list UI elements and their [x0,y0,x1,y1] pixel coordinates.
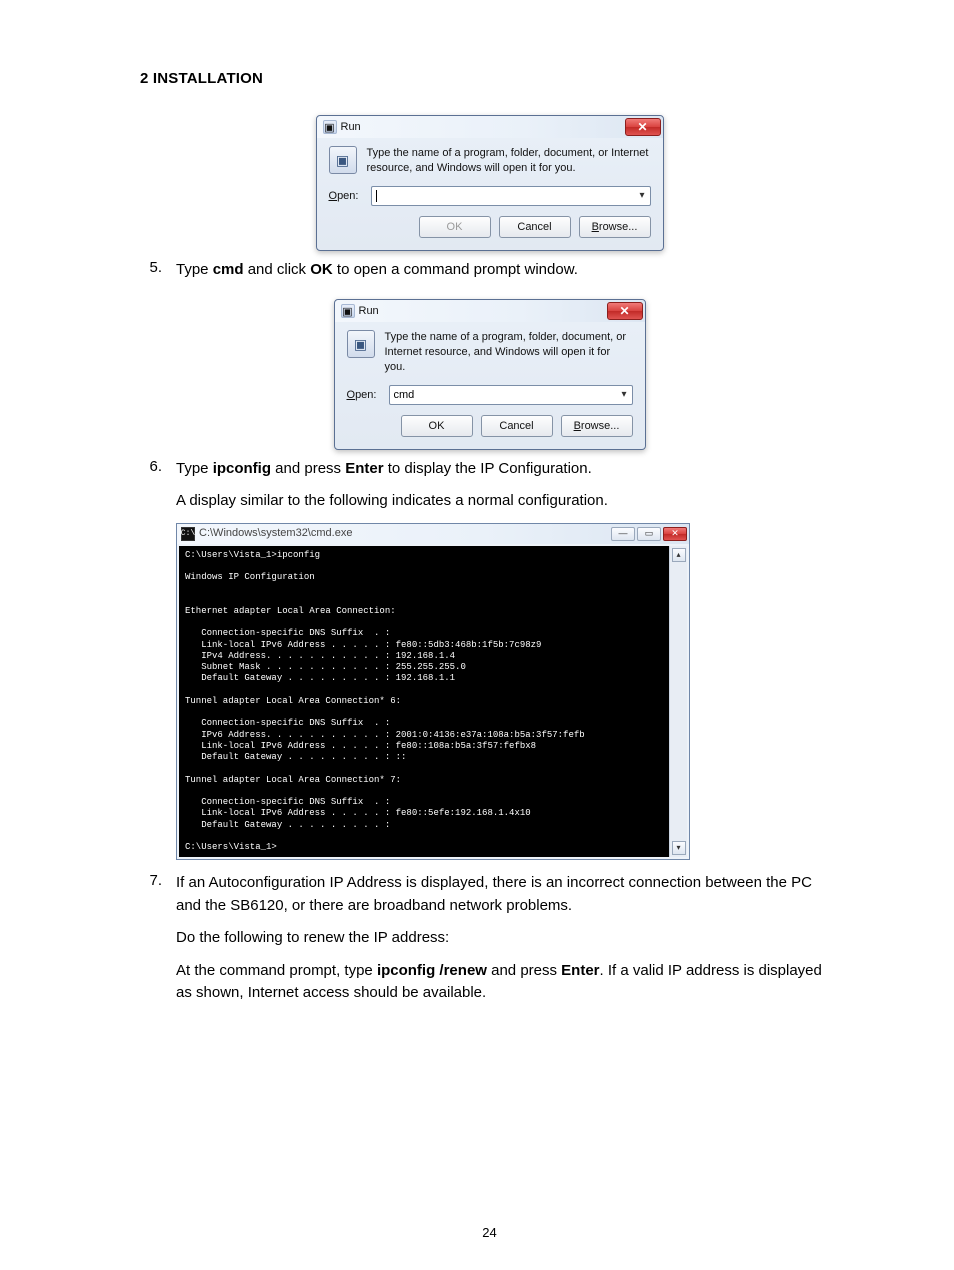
browse-button[interactable]: Browse... [579,216,651,238]
step-number: 6. [140,458,176,861]
run-app-icon: ▣ [341,304,355,318]
cmd-title-text: C:\Windows\system32\cmd.exe [199,525,611,542]
open-label: Open: [329,190,361,202]
run-body-icon: ▣ [329,146,357,174]
minimize-button[interactable]: — [611,527,635,541]
cancel-button[interactable]: Cancel [481,415,553,437]
close-button[interactable]: ✕ [625,118,661,136]
titlebar: ▣ Run ✕ [335,300,645,322]
scroll-up-icon[interactable]: ▴ [672,548,686,562]
run-app-icon: ▣ [323,120,337,134]
section-heading: 2 INSTALLATION [140,70,839,87]
page-number: 24 [140,1225,839,1240]
close-button[interactable]: ✕ [607,302,643,320]
ok-button[interactable]: OK [401,415,473,437]
close-button[interactable]: ✕ [663,527,687,541]
step-6-text: Type ipconfig and press Enter to display… [176,458,839,861]
open-combobox[interactable]: cmd ▾ [389,385,633,405]
scroll-down-icon[interactable]: ▾ [672,841,686,855]
browse-button[interactable]: Browse... [561,415,633,437]
run-description: Type the name of a program, folder, docu… [367,146,651,176]
step-5-text: Type cmd and click OK to open a command … [176,259,839,292]
open-combobox[interactable]: ▾ [371,186,651,206]
open-input-value[interactable]: cmd [394,389,622,401]
step-number: 5. [140,259,176,292]
cmd-icon: C:\ [181,527,195,541]
cmd-titlebar: C:\ C:\Windows\system32\cmd.exe — ▭ ✕ [177,524,689,544]
run-description: Type the name of a program, folder, docu… [385,330,633,375]
window-title: Run [359,305,607,317]
cmd-window: C:\ C:\Windows\system32\cmd.exe — ▭ ✕ C:… [176,523,690,861]
window-title: Run [341,121,625,133]
maximize-button[interactable]: ▭ [637,527,661,541]
run-dialog-1: ▣ Run ✕ ▣ Type the name of a program, fo… [316,115,664,251]
titlebar: ▣ Run ✕ [317,116,663,138]
scrollbar[interactable]: ▴ ▾ [669,546,687,858]
cancel-button[interactable]: Cancel [499,216,571,238]
run-body-icon: ▣ [347,330,375,358]
step-number: 7. [140,872,176,1015]
open-label: Open: [347,389,379,401]
chevron-down-icon[interactable]: ▾ [622,389,630,400]
cmd-output: C:\Users\Vista_1>ipconfig Windows IP Con… [179,546,669,858]
run-dialog-2: ▣ Run ✕ ▣ Type the name of a program, fo… [334,299,646,450]
chevron-down-icon[interactable]: ▾ [640,190,648,201]
step-7-text: If an Autoconfiguration IP Address is di… [176,872,839,1015]
open-input-value[interactable] [376,190,640,202]
ok-button[interactable]: OK [419,216,491,238]
